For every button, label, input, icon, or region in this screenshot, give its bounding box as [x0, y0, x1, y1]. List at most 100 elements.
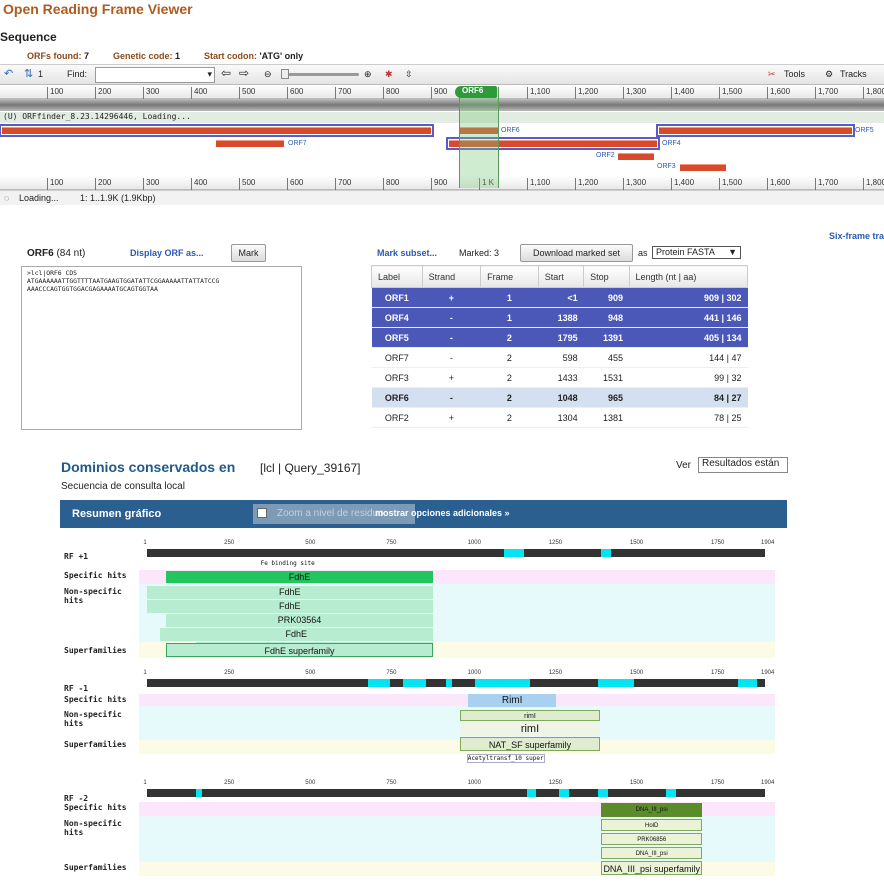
orf5-bar[interactable] — [656, 124, 855, 137]
cd-query: [lcl | Query_39167] — [260, 461, 361, 475]
column-header[interactable]: Stop — [583, 265, 630, 288]
display-orf-link[interactable]: Display ORF as... — [130, 248, 204, 258]
cell-stop: 1531 — [583, 367, 630, 388]
axis-tick: 1904 — [761, 780, 775, 786]
column-header[interactable]: Start — [537, 265, 585, 288]
forward-arrow-icon[interactable]: ⇨ — [239, 66, 249, 80]
cell-frame: 1 — [480, 307, 539, 328]
genetic-code: Genetic code: 1 — [113, 51, 181, 61]
nonspecific-hit: FdhE — [147, 586, 433, 599]
superfamilies-label: Superfamilies — [64, 740, 127, 749]
app-title: Open Reading Frame Viewer — [3, 1, 193, 17]
table-row[interactable]: ORF1 +1 <1 909 909 | 302 — [371, 287, 748, 308]
hit-bar: HolD — [601, 819, 703, 831]
ruler-tick: 1,400 — [671, 178, 694, 190]
orfs-found: ORFs found: 7 — [27, 51, 90, 61]
fit-icon[interactable]: ⇳ — [405, 69, 413, 80]
ruler-tick: 1,300 — [623, 87, 646, 99]
axis-segment — [598, 679, 634, 687]
orf2-bar[interactable] — [618, 153, 654, 160]
nonspecific-hit: FdhE — [159, 628, 433, 641]
axis-segment — [367, 679, 391, 687]
axis-tick: 1904 — [761, 670, 775, 676]
superfamilies-label: Superfamilies — [64, 646, 127, 655]
count-dropdown[interactable]: 1 — [38, 69, 43, 79]
ruler-tick: 700 — [335, 178, 351, 190]
orf3-bar[interactable] — [680, 164, 726, 171]
cell-stop: 909 — [583, 287, 630, 308]
ruler-tick: 400 — [191, 178, 207, 190]
column-header[interactable]: Strand — [421, 265, 482, 288]
orf1-bar[interactable] — [0, 124, 434, 137]
cell-start: 1048 — [538, 387, 584, 408]
back-arrow-icon[interactable]: ⇦ — [221, 66, 231, 80]
format-select[interactable]: Protein FASTA ▼ — [652, 246, 741, 259]
checkbox[interactable] — [257, 508, 267, 518]
axis-tick: 1 — [143, 780, 147, 786]
table-row[interactable]: ORF5-2 1795 1391 405 | 134 — [371, 327, 748, 348]
hit-bar: DNA_III_psi — [601, 803, 703, 817]
cell-length: 78 | 25 — [629, 407, 748, 428]
column-header[interactable]: Label — [371, 265, 423, 288]
axis-segment — [526, 789, 537, 797]
download-button[interactable]: Download marked set — [520, 244, 633, 262]
ruler-tick: 900 — [431, 87, 447, 99]
axis-segment — [598, 789, 608, 797]
orf3-label: ORF3 — [657, 163, 676, 170]
mark-button[interactable]: Mark — [231, 244, 266, 262]
axis-segment — [474, 679, 530, 687]
table-row[interactable]: ORF3 +2 1433 1531 99 | 32 — [371, 367, 748, 388]
axis-tick: 250 — [224, 540, 235, 546]
table-row[interactable]: ORF2 +2 1304 1381 78 | 25 — [371, 407, 748, 428]
orf-name: ORF6 (84 nt) — [27, 248, 86, 259]
orf7-bar[interactable] — [216, 140, 284, 147]
hit-bar: RimI — [468, 694, 556, 707]
axis-tick: 500 — [305, 780, 316, 786]
chevron-down-icon[interactable]: ▾ — [207, 69, 212, 80]
rf-label: RF +1 — [64, 552, 89, 561]
table-row[interactable]: ORF4-1 1388 948 441 | 146 — [371, 307, 748, 328]
table-row[interactable]: ORF7-2 598 455 144 | 47 — [371, 347, 748, 368]
undo-icon[interactable]: ↶ — [4, 67, 13, 80]
zoom-slider[interactable] — [281, 69, 359, 79]
ruler-tick: 500 — [239, 87, 255, 99]
mark-subset-link[interactable]: Mark subset... — [377, 248, 437, 258]
sequence-bar — [0, 99, 884, 111]
cell-label: ORF2 — [371, 407, 423, 428]
sync-icon[interactable]: ⇅ — [24, 67, 33, 80]
axis-tick: 1500 — [629, 670, 644, 676]
cell-strand: - — [422, 327, 481, 348]
table-row[interactable]: ORF6-2 1048 965 84 | 27 — [371, 387, 748, 408]
tracks-menu[interactable]: Tracks — [840, 69, 867, 79]
ruler-tick: 900 — [431, 178, 447, 190]
column-header[interactable]: Length (nt | aa) — [628, 265, 749, 288]
orf6-highlight — [459, 87, 499, 188]
orf6-marker[interactable]: ORF6 — [455, 86, 497, 98]
ruler-tick: 1,600 — [767, 178, 790, 190]
cell-strand: - — [422, 347, 481, 368]
zoom-in-icon[interactable]: ⊕ — [364, 69, 372, 80]
row-band — [139, 694, 775, 706]
tools-menu[interactable]: Tools — [784, 69, 805, 79]
hit-bar: rimI — [460, 722, 600, 736]
column-header[interactable]: Frame — [480, 265, 539, 288]
more-options-link[interactable]: mostrar opciones adicionales » — [375, 508, 510, 518]
orf4-label: ORF4 — [662, 140, 681, 147]
cell-frame: 2 — [480, 387, 539, 408]
ruler-tick: 1,300 — [623, 178, 646, 190]
ruler-tick: 300 — [143, 178, 159, 190]
axis-tick: 750 — [386, 780, 397, 786]
cell-label: ORF5 — [371, 327, 423, 348]
zoom-out-icon[interactable]: ⊖ — [264, 69, 272, 80]
six-frame-link[interactable]: Six-frame tra — [829, 231, 884, 241]
find-label: Find: — [67, 69, 88, 79]
axis-tick: 1 — [143, 670, 147, 676]
sequence-textbox[interactable]: >lcl|ORF6 CDS ATGAAAAAATTGGTTTTAATGAAGTG… — [21, 266, 302, 430]
cell-length: 84 | 27 — [629, 387, 748, 408]
bug-icon[interactable]: ✱ — [385, 69, 393, 80]
extra-hit: Acetyltransf_10 super — [466, 754, 545, 763]
find-input[interactable]: ▾ — [95, 67, 215, 83]
cell-start: 1795 — [538, 327, 584, 348]
marked-count: Marked: 3 — [459, 248, 500, 258]
results-select[interactable]: Resultados están — [698, 457, 788, 473]
